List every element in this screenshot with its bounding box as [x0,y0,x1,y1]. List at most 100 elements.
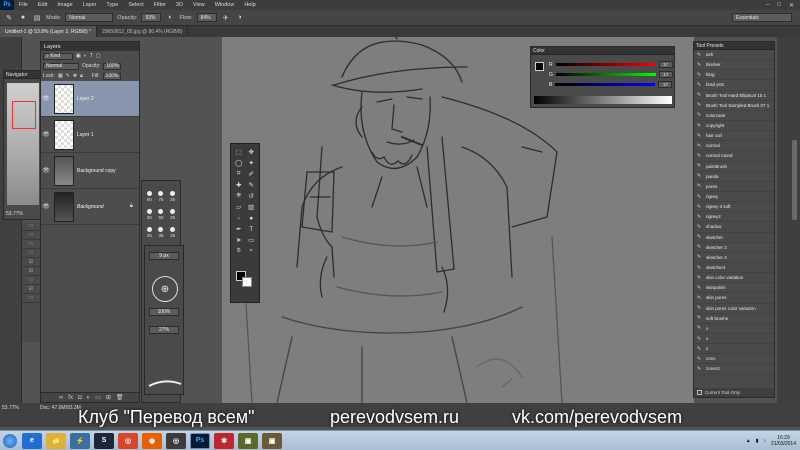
tool-preset-item[interactable]: ✎ colorcase [694,111,774,121]
brush-preset-picker-icon[interactable]: ● [18,13,28,23]
blend-mode-select[interactable]: Normal [43,62,79,70]
current-tool-only-checkbox[interactable] [697,390,702,395]
mode-select[interactable]: Normal [65,13,114,22]
menu-type[interactable]: Type [101,2,123,8]
group-icon[interactable]: ▭ [95,394,101,401]
tool-preset-item[interactable]: ✎ rigney 3 soft [694,202,774,213]
layer-row-layer-2[interactable]: 👁︎ Layer 2 [41,81,139,117]
brush-hardness-field[interactable]: 100% [149,308,179,316]
lock-all-icon[interactable]: 🔒︎ [80,73,83,79]
menu-3d[interactable]: 3D [171,2,188,8]
app-icon[interactable]: ✱ [214,432,234,449]
tool-preset-item[interactable]: ✎ skinpolish [694,283,774,294]
tool-preset-item[interactable]: ✎ copyright [694,121,774,132]
brush-tool-icon[interactable]: ✎ [4,13,14,23]
obs-icon[interactable]: ◎ [166,432,186,449]
start-button[interactable] [0,432,20,450]
close-icon[interactable]: ✕ [789,2,794,9]
adjustment-icon[interactable]: ◐ [87,395,91,401]
history-item[interactable]: □ [22,276,40,285]
lock-move-icon[interactable]: ✥ [73,73,77,79]
tool-preset-item[interactable]: ✎ sketcher4 [694,263,774,274]
layers-title[interactable]: Layers [41,42,139,51]
brush-tip[interactable]: 25 [167,221,178,238]
steam-icon[interactable]: S [94,432,114,449]
new-layer-icon[interactable]: ⊞ [106,394,111,401]
menu-file[interactable]: File [14,2,33,8]
tool-preset-item[interactable]: ✎ x [694,334,774,345]
airbrush-icon[interactable]: ✈ [221,13,231,23]
history-item[interactable]: □ [22,249,40,258]
firefox-icon[interactable]: ◉ [142,432,162,449]
link-layers-icon[interactable]: ∞ [59,395,63,401]
navigator-zoom[interactable]: 53.77% [6,211,23,217]
history-item[interactable]: □ [22,294,40,303]
green-slider[interactable] [555,73,656,76]
eraser-icon[interactable]: ▱ [233,202,245,212]
tool-preset-item[interactable]: ✎ sketcher [694,233,774,243]
lasso-tool-icon[interactable]: ◯ [233,158,245,168]
tool-preset-item[interactable]: ✎ shadow [694,222,774,233]
eyedropper-icon[interactable]: ✐ [246,169,258,179]
history-item[interactable]: ☑ [22,258,40,267]
menu-layer[interactable]: Layer [78,2,102,8]
tool-preset-item[interactable]: ✎ sketcher 2 [694,243,774,253]
history-item[interactable]: ☑ [22,285,40,294]
fx-icon[interactable]: fx [68,395,73,401]
eye-icon[interactable]: 👁︎ [41,95,51,102]
kind-filter-select[interactable]: ⌕ Kind [43,52,73,60]
tool-preset-item[interactable]: ✎ Brush Tool Sampled Brush 07 1 [694,101,774,111]
menu-filter[interactable]: Filter [149,2,171,8]
filter-shape-icon[interactable]: ▢ [96,53,101,59]
tool-preset-item[interactable]: ✎ blog [694,70,774,81]
brush-tip[interactable]: 25 [167,185,178,202]
history-item[interactable]: □ [22,222,40,231]
move-tool-icon[interactable]: ✥ [246,147,258,157]
tool-preset-item[interactable]: ✎ panda [694,172,774,182]
app-icon[interactable]: ▣ [262,432,282,449]
brush-angle-dial[interactable]: ⊕ [152,276,178,302]
explorer-icon[interactable]: 📁 [46,432,66,449]
menu-view[interactable]: View [188,2,210,8]
brush-spacing-field[interactable]: 27% [149,326,179,334]
red-slider[interactable] [555,63,656,66]
chrome-icon[interactable]: ◎ [118,432,138,449]
shape-tool-icon[interactable]: ▭ [246,235,258,245]
pen-tool-icon[interactable]: ✒ [233,224,245,234]
tool-preset-item[interactable]: ✎ Brush Tool Hard Elliptical 15 1 [694,91,774,101]
tool-preset-item[interactable]: ✎ rigney [694,192,774,203]
tool-preset-item[interactable]: ✎ x [694,324,774,334]
tray-arrow-icon[interactable]: ▲ [746,438,751,444]
tool-preset-item[interactable]: ✎ soft brushe [694,314,774,324]
tool-preset-item[interactable]: ✎ x [694,344,774,355]
clock[interactable]: 16:29 21/03/2014 [771,435,796,447]
history-item[interactable]: ☑ [22,267,40,276]
maximize-icon[interactable]: □ [777,2,781,9]
green-value[interactable]: 17 [658,71,673,78]
color-panel-title[interactable]: Color [531,47,674,55]
history-item[interactable]: □ [22,231,40,240]
brush-tip[interactable]: 36 [156,221,167,238]
tool-preset-item[interactable]: ✎ sketcher 3 [694,253,774,263]
dodge-tool-icon[interactable]: ● [246,213,258,223]
eye-icon[interactable]: 👁︎ [41,167,51,174]
history-brush-icon[interactable]: ↺ [246,191,258,201]
brush-tip[interactable]: 50 [156,203,167,220]
eye-icon[interactable]: 👁︎ [41,203,51,210]
zoom-tool-icon[interactable]: ⌕ [246,246,258,256]
filter-type-icon[interactable]: T [90,53,93,59]
brush-tip[interactable]: 25 [144,221,155,238]
app-icon[interactable]: ▣ [238,432,258,449]
brush-tip[interactable]: 75 [156,185,167,202]
filter-pixel-icon[interactable]: ▣ [76,53,81,59]
photoshop-taskbar-icon[interactable]: Ps [190,432,210,449]
red-value[interactable]: 17 [658,61,673,68]
lock-brush-icon[interactable]: ✎ [66,73,70,79]
marquee-tool-icon[interactable]: ⬚ [233,147,245,157]
history-item[interactable]: □ [22,240,40,249]
blur-tool-icon[interactable]: 💧︎ [233,213,245,223]
path-select-icon[interactable]: ➤ [233,235,245,245]
blue-value[interactable]: 17 [658,81,673,88]
lock-pixels-icon[interactable]: ▦ [58,73,63,79]
tool-preset-item[interactable]: ✎ brad ysts [694,80,774,91]
